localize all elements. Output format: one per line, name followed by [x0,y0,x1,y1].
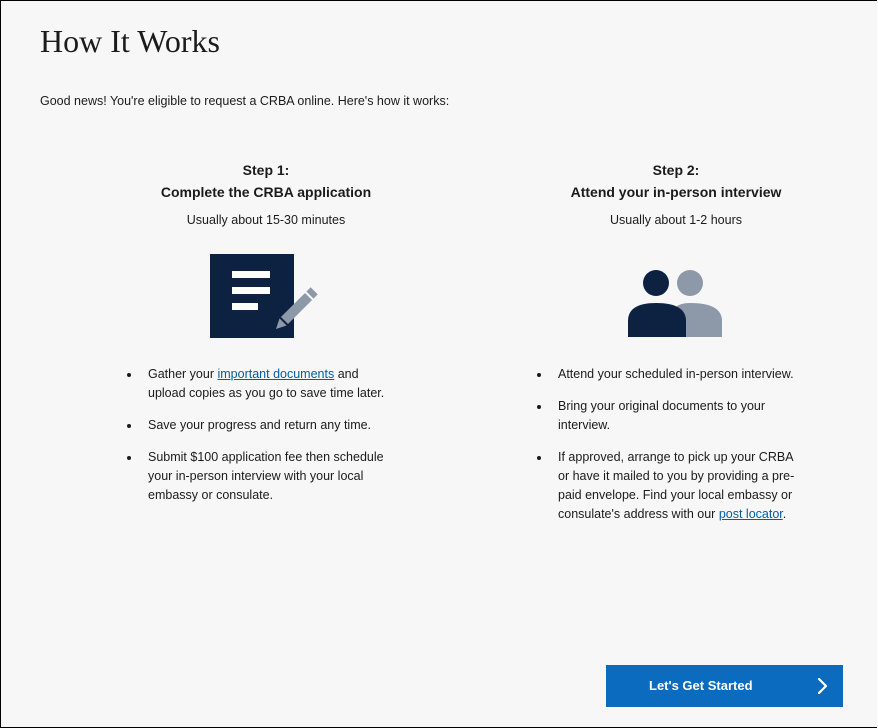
step2-duration: Usually about 1-2 hours [609,213,743,227]
list-item: Submit $100 application fee then schedul… [116,448,396,505]
list-item: If approved, arrange to pick up your CRB… [526,448,806,524]
step2-icon-area [526,251,826,341]
step1-label: Step 1: [242,162,290,178]
step2-label: Step 2: [652,162,700,178]
step1-column: Step 1: Complete the CRBA application Us… [116,159,416,502]
list-item: Attend your scheduled in-person intervie… [526,365,806,384]
list-item: Bring your original documents to your in… [526,397,806,435]
step2-bullet-list: Attend your scheduled in-person intervie… [526,365,806,537]
intro-text: Good news! You're eligible to request a … [40,94,450,108]
people-icon [628,270,722,337]
chevron-right-icon [817,677,828,695]
list-item: Gather your important documents and uplo… [116,365,396,403]
important-documents-link[interactable]: important documents [217,367,334,381]
step1-bullet-list: Gather your important documents and uplo… [116,365,396,518]
lets-get-started-button[interactable]: Let's Get Started [606,665,843,707]
list-item: Save your progress and return any time. [116,416,396,435]
step2-column: Step 2: Attend your in-person interview … [526,159,826,521]
step1-icon-area [116,251,416,341]
post-locator-link[interactable]: post locator [719,507,783,521]
page-title: How It Works [40,23,220,59]
step1-title: Complete the CRBA application [160,184,372,200]
page-frame: How It Works Good news! You're eligible … [0,0,877,728]
document-pencil-icon [210,254,318,338]
button-label: Let's Get Started [649,678,753,693]
step2-heading: Step 2: Attend your in-person interview [526,159,826,203]
step1-duration: Usually about 15-30 minutes [186,213,346,227]
step1-heading: Step 1: Complete the CRBA application [116,159,416,203]
step2-title: Attend your in-person interview [570,184,782,200]
